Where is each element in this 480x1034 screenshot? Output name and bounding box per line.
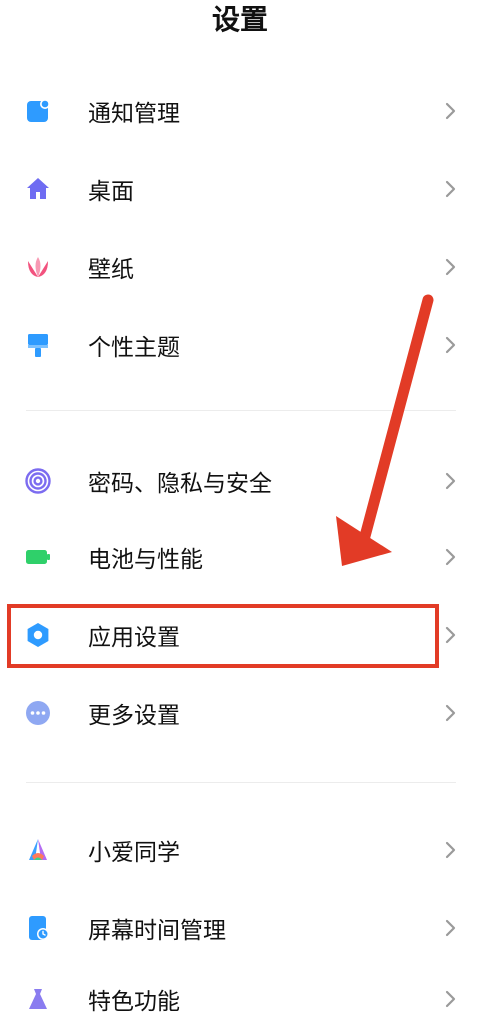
settings-item-screen-time[interactable]: 屏幕时间管理 [0,893,480,963]
settings-item-label: 桌面 [88,179,134,205]
settings-item-battery-performance[interactable]: 电池与性能 [0,522,480,592]
settings-item-desktop[interactable]: 桌面 [0,154,480,224]
paint-brush-icon [24,331,52,359]
settings-item-label: 电池与性能 [88,547,203,573]
settings-item-xiaoai[interactable]: 小爱同学 [0,815,480,885]
chevron-right-icon [442,917,460,939]
settings-item-label: 个性主题 [88,335,180,361]
home-icon [24,175,52,203]
xiaoai-icon [24,836,52,864]
group-divider [26,782,456,783]
settings-item-app-settings[interactable]: 应用设置 [0,600,480,670]
settings-item-password-privacy-security[interactable]: 密码、隐私与安全 [0,446,480,516]
settings-item-wallpaper[interactable]: 壁纸 [0,232,480,302]
screen-time-icon [24,914,52,942]
group-divider [26,410,456,411]
settings-item-label: 小爱同学 [88,840,180,866]
settings-item-label: 通知管理 [88,101,180,127]
chevron-right-icon [442,624,460,646]
chevron-right-icon [442,178,460,200]
special-feature-icon [24,985,52,1013]
notification-icon [24,97,52,125]
settings-item-more-settings[interactable]: 更多设置 [0,678,480,748]
chevron-right-icon [442,334,460,356]
settings-item-notifications[interactable]: 通知管理 [0,76,480,146]
fingerprint-icon [24,467,52,495]
chevron-right-icon [442,256,460,278]
settings-item-label: 密码、隐私与安全 [88,471,272,497]
settings-item-label: 特色功能 [88,989,180,1015]
settings-item-special-features[interactable]: 特色功能 [0,964,480,1034]
page-title: 设置 [211,3,268,36]
chevron-right-icon [442,988,460,1010]
more-dots-icon [24,699,52,727]
settings-item-themes[interactable]: 个性主题 [0,310,480,380]
settings-item-label: 壁纸 [88,257,134,283]
tulip-icon [24,253,52,281]
chevron-right-icon [442,470,460,492]
settings-item-label: 更多设置 [88,703,180,729]
chevron-right-icon [442,702,460,724]
chevron-right-icon [442,839,460,861]
settings-item-label: 应用设置 [88,625,180,651]
settings-item-label: 屏幕时间管理 [88,918,226,944]
chevron-right-icon [442,546,460,568]
battery-icon [24,543,52,571]
gear-icon [24,621,52,649]
chevron-right-icon [442,100,460,122]
